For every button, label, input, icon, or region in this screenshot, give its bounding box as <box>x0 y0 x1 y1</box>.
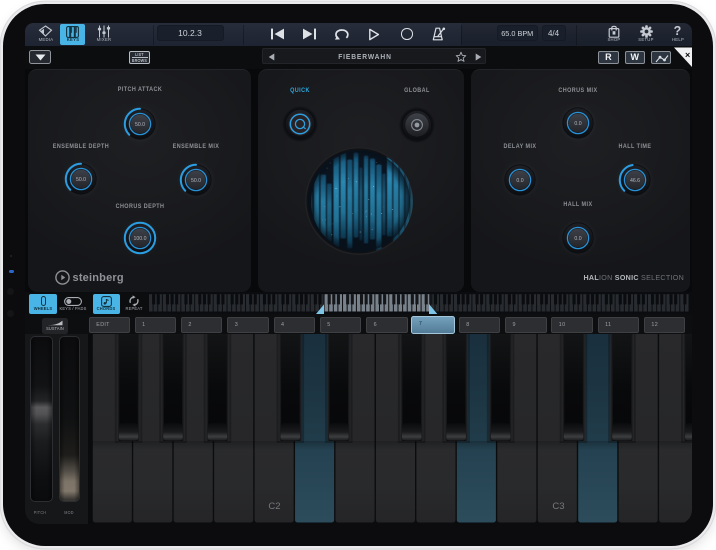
svg-text:46.6: 46.6 <box>630 178 640 184</box>
svg-text:×: × <box>684 50 689 60</box>
svg-text:50.0: 50.0 <box>76 177 86 183</box>
svg-text:0.0: 0.0 <box>574 236 581 242</box>
svg-text:100.0: 100.0 <box>133 236 146 242</box>
svg-text:C2: C2 <box>268 501 280 512</box>
svg-text:0.0: 0.0 <box>516 178 523 184</box>
svg-text:50.0: 50.0 <box>191 178 201 184</box>
svg-text:C3: C3 <box>552 501 564 512</box>
svg-text:0.0: 0.0 <box>574 121 581 127</box>
svg-text:50.0: 50.0 <box>134 122 144 128</box>
